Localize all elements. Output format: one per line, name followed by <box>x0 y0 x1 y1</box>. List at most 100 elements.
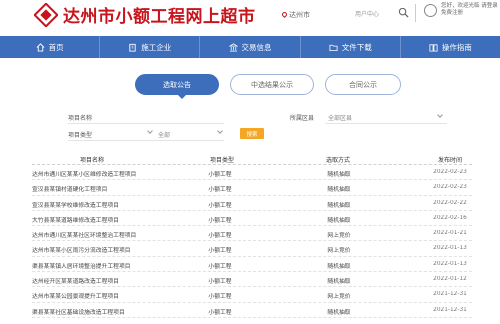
row-project-name[interactable]: 渠县某某社区基础设施改造工程项目 <box>32 307 158 316</box>
region-filter-label: 所属区县 <box>290 115 315 122</box>
nav-label: 交易信息 <box>241 42 272 52</box>
project-name-input[interactable] <box>68 123 224 124</box>
row-project-type: 小额工程 <box>208 248 232 255</box>
nav-item-enterprises[interactable]: 施工企业 <box>99 36 199 58</box>
table-header: 项目名称 项目类型 选取方式 发布时间 <box>32 153 472 165</box>
row-project-name[interactable]: 宣汉县某某学校维修改造工程项目 <box>32 200 158 209</box>
project-type-label: 项目类型 <box>68 132 93 139</box>
row-project-name[interactable]: 大竹县某某道路维修改造工程项目 <box>32 215 158 224</box>
project-type-select[interactable]: 全部 <box>158 130 170 139</box>
search-button[interactable]: 搜索 <box>240 128 264 139</box>
column-header-type: 项目类型 <box>210 157 235 164</box>
row-project-type: 小额工程 <box>208 279 232 286</box>
row-publish-date: 2022-02-23 <box>433 169 467 175</box>
row-project-type: 小额工程 <box>208 187 232 194</box>
tab-contract-publicity[interactable]: 合同公示 <box>325 74 401 95</box>
row-selection-method: 网上竞价 <box>327 294 351 301</box>
table-row[interactable]: 渠县某某社区基础设施改造工程项目 小额工程 随机抽取 2021-12-31 <box>32 303 472 318</box>
region-filter-select[interactable]: 全部区县 <box>328 113 352 122</box>
user-info-text[interactable]: 您好，欢迎光临 请登录 免费注册 <box>441 3 499 17</box>
project-name-label: 项目名称 <box>68 115 93 122</box>
row-project-type: 小额工程 <box>208 217 232 224</box>
table-row[interactable]: 宣汉县某镇村道硬化工程项目 小额工程 随机抽取 2022-02-23 <box>32 180 472 196</box>
building-icon <box>129 43 136 52</box>
row-project-type: 小额工程 <box>208 294 232 301</box>
chevron-down-icon <box>217 128 223 134</box>
user-avatar-icon[interactable] <box>424 4 437 17</box>
row-project-type: 小额工程 <box>208 263 232 270</box>
row-project-name[interactable]: 达州市某某小区雨污分流改造工程项目 <box>32 245 158 254</box>
location-pin-icon <box>280 10 289 19</box>
row-publish-date: 2022-01-13 <box>433 245 467 252</box>
bank-icon <box>228 42 238 52</box>
table-row[interactable]: 达州经开区某某道路改造工程项目 小额工程 随机抽取 2022-01-12 <box>32 272 472 288</box>
row-publish-date: 2022-01-13 <box>433 260 467 267</box>
row-publish-date: 2021-12-31 <box>433 291 467 298</box>
user-center-link[interactable]: 用户中心 <box>355 9 379 18</box>
nav-label: 首页 <box>48 42 64 52</box>
column-header-method: 选取方式 <box>326 157 351 164</box>
nav-item-downloads[interactable]: 文件下载 <box>299 36 400 58</box>
row-project-type: 小额工程 <box>208 172 232 178</box>
book-icon <box>429 43 438 52</box>
site-header: 达州市小额工程网上超市 达州市 用户中心 您好，欢迎光临 请登录 免费注册 <box>0 0 500 34</box>
row-selection-method: 随机抽取 <box>327 172 351 178</box>
announcement-tabs: 选取公告 中选结果公示 合同公示 <box>135 74 401 96</box>
main-nav: 首页 施工企业 交易信息 文件下载 操作指南 <box>0 36 500 58</box>
header-divider <box>415 4 416 22</box>
table-row[interactable]: 渠县某某镇人居环境整治提升工程项目 小额工程 随机抽取 2022-01-13 <box>32 257 472 273</box>
table-row[interactable]: 宣汉县某某学校维修改造工程项目 小额工程 随机抽取 2022-02-22 <box>32 196 472 211</box>
active-tab-caret <box>178 95 186 99</box>
row-project-name[interactable]: 达州市通川区某某小区维修改造工程项目 <box>32 169 158 178</box>
row-publish-date: 2022-02-22 <box>433 199 467 206</box>
row-publish-date: 2022-02-16 <box>433 214 467 221</box>
home-icon <box>36 42 45 52</box>
nav-item-transactions[interactable]: 交易信息 <box>199 36 299 58</box>
table-row[interactable]: 达州市某某小区雨污分流改造工程项目 小额工程 网上竞价 2022-01-13 <box>32 241 472 257</box>
table-row[interactable]: 达州市通川区某某小区维修改造工程项目 小额工程 随机抽取 2022-02-23 <box>32 165 472 181</box>
region-label: 达州市 <box>289 11 310 19</box>
row-project-name[interactable]: 宣汉县某镇村道硬化工程项目 <box>32 184 158 193</box>
region-selector[interactable]: 达州市 <box>280 10 310 20</box>
site-title[interactable]: 达州市小额工程网上超市 <box>63 2 256 27</box>
site-logo-icon[interactable] <box>34 3 58 27</box>
chevron-down-icon <box>147 128 153 134</box>
row-project-type: 小额工程 <box>208 233 232 240</box>
row-publish-date: 2022-01-21 <box>433 230 467 237</box>
row-selection-method: 随机抽取 <box>327 279 351 286</box>
nav-label: 操作指南 <box>441 42 472 52</box>
row-publish-date: 2021-12-31 <box>433 306 467 313</box>
row-project-name[interactable]: 达州市某某公园景观提升工程项目 <box>32 291 158 300</box>
row-project-name[interactable]: 达州市通川区某某社区环境整治工程项目 <box>32 230 158 239</box>
row-selection-method: 网上竞价 <box>327 233 351 240</box>
row-project-name[interactable]: 达州经开区某某道路改造工程项目 <box>32 276 158 285</box>
nav-label: 施工企业 <box>141 42 172 52</box>
row-project-type: 小额工程 <box>208 202 232 209</box>
row-selection-method: 随机抽取 <box>327 217 351 224</box>
folder-icon <box>329 44 338 51</box>
region-filter-underline <box>325 123 447 124</box>
announcement-table: 项目名称 项目类型 选取方式 发布时间 达州市通川区某某小区维修改造工程项目 小… <box>32 153 472 318</box>
row-selection-method: 随机抽取 <box>327 263 351 270</box>
nav-item-home[interactable]: 首页 <box>0 36 99 58</box>
tab-selection-announcement[interactable]: 选取公告 <box>135 74 219 95</box>
row-project-type: 小额工程 <box>208 309 232 316</box>
tab-result-publicity[interactable]: 中选结果公示 <box>230 74 314 95</box>
row-publish-date: 2022-02-23 <box>433 184 467 191</box>
row-publish-date: 2022-01-12 <box>433 276 467 283</box>
column-header-date: 发布时间 <box>438 157 463 164</box>
row-selection-method: 随机抽取 <box>327 187 351 194</box>
table-row[interactable]: 达州市某某公园景观提升工程项目 小额工程 网上竞价 2021-12-31 <box>32 287 472 303</box>
row-selection-method: 随机抽取 <box>327 202 351 209</box>
project-type-underline <box>68 140 224 141</box>
column-header-name: 项目名称 <box>80 157 105 164</box>
table-row[interactable]: 大竹县某某道路维修改造工程项目 小额工程 随机抽取 2022-02-16 <box>32 211 472 227</box>
row-selection-method: 随机抽取 <box>327 309 351 316</box>
chevron-down-icon <box>437 112 443 118</box>
table-row[interactable]: 达州市通川区某某社区环境整治工程项目 小额工程 网上竞价 2022-01-21 <box>32 226 472 242</box>
row-project-name[interactable]: 渠县某某镇人居环境整治提升工程项目 <box>32 261 158 270</box>
nav-item-guide[interactable]: 操作指南 <box>399 36 500 58</box>
nav-label: 文件下载 <box>341 42 372 52</box>
search-icon[interactable] <box>398 7 409 18</box>
row-selection-method: 网上竞价 <box>327 248 351 255</box>
